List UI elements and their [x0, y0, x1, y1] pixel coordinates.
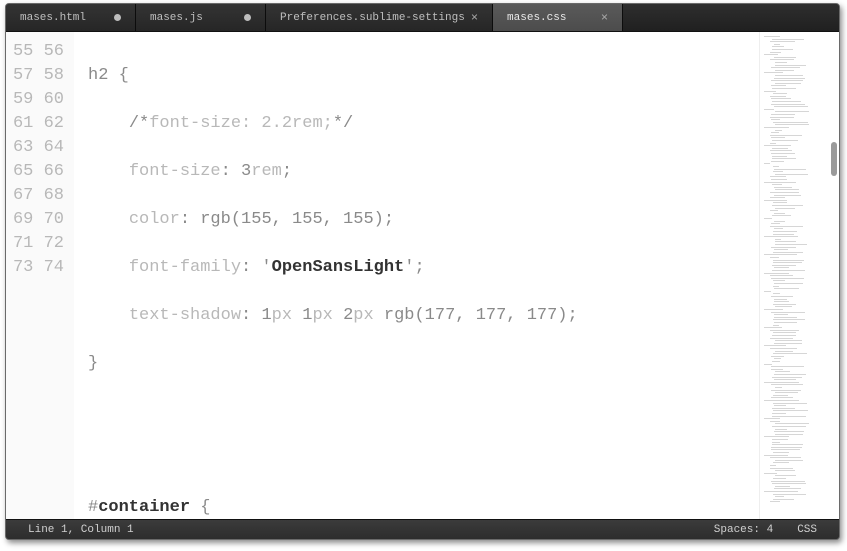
status-indent[interactable]: Spaces: 4: [702, 524, 785, 536]
status-bar: Line 1, Column 1 Spaces: 4 CSS: [6, 519, 839, 539]
tab-label: mases.js: [150, 12, 203, 24]
line-number-gutter: 55 56 57 58 59 60 61 62 63 64 65 66 67 6…: [6, 32, 74, 519]
status-syntax[interactable]: CSS: [785, 524, 829, 536]
code-line: #container {: [88, 496, 749, 519]
tab-label: Preferences.sublime-settings: [280, 12, 465, 24]
code-line: color: rgb(155, 155, 155);: [88, 208, 749, 232]
editor-window: mases.html mases.js Preferences.sublime-…: [5, 3, 840, 540]
code-line: font-family: 'OpenSansLight';: [88, 256, 749, 280]
code-line: [88, 400, 749, 424]
tab-mases-js[interactable]: mases.js: [136, 4, 266, 31]
tabbar-space: [623, 4, 839, 31]
dirty-indicator-icon: [244, 14, 251, 21]
editor-area[interactable]: 55 56 57 58 59 60 61 62 63 64 65 66 67 6…: [6, 32, 839, 519]
close-icon[interactable]: ×: [471, 12, 478, 24]
dirty-indicator-icon: [114, 14, 121, 21]
code-line: [88, 448, 749, 472]
tab-mases-html[interactable]: mases.html: [6, 4, 136, 31]
status-position[interactable]: Line 1, Column 1: [16, 524, 146, 536]
tab-label: mases.css: [507, 12, 566, 24]
close-icon[interactable]: ×: [601, 12, 608, 24]
tab-label: mases.html: [20, 12, 86, 24]
tab-preferences[interactable]: Preferences.sublime-settings ×: [266, 4, 493, 31]
scrollbar-thumb[interactable]: [831, 142, 837, 176]
code-content[interactable]: h2 { /*font-size: 2.2rem;*/ font-size: 3…: [74, 32, 759, 519]
code-line: }: [88, 352, 749, 376]
code-line: font-size: 3rem;: [88, 160, 749, 184]
tab-mases-css[interactable]: mases.css ×: [493, 4, 623, 31]
tab-bar: mases.html mases.js Preferences.sublime-…: [6, 4, 839, 32]
code-line: /*font-size: 2.2rem;*/: [88, 112, 749, 136]
code-line: text-shadow: 1px 1px 2px rgb(177, 177, 1…: [88, 304, 749, 328]
code-line: h2 {: [88, 64, 749, 88]
minimap[interactable]: [759, 32, 839, 519]
